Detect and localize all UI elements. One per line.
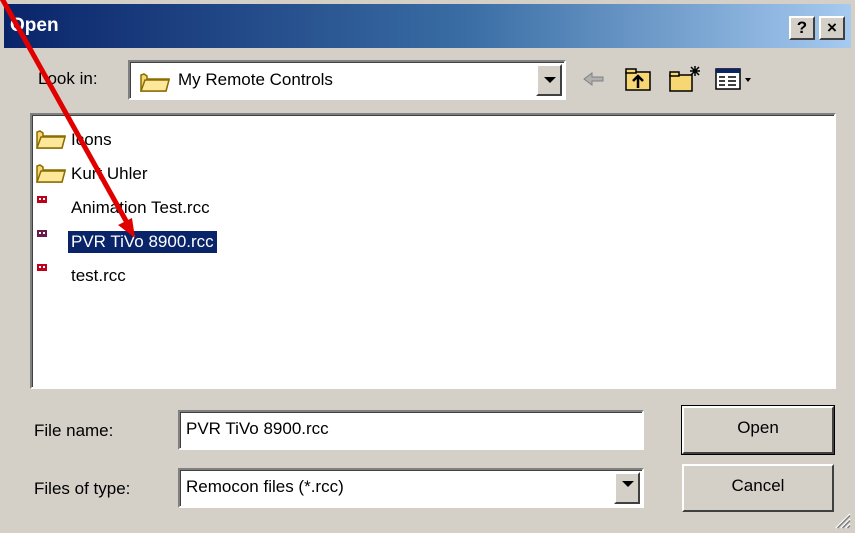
files-of-type-dropdown-button[interactable] (614, 472, 640, 504)
rcc-file-icon (36, 196, 66, 223)
folder-icon (35, 128, 66, 155)
rcc-file-icon (36, 264, 66, 291)
list-item-label: Animation Test.rcc (71, 198, 210, 217)
close-button[interactable]: × (819, 16, 845, 40)
rcc-file-icon (36, 230, 66, 257)
look-in-label: Look in: (38, 69, 98, 88)
files-of-type-dropdown[interactable]: Remocon files (*.rcc) (178, 468, 644, 508)
look-in-dropdown[interactable]: My Remote Controls (128, 60, 566, 100)
chevron-down-icon (622, 481, 634, 487)
files-of-type-value: Remocon files (*.rcc) (186, 477, 344, 496)
cancel-button-label: Cancel (731, 476, 785, 495)
help-button[interactable]: ? (789, 16, 815, 40)
list-item-label: Kurt Uhler (71, 164, 148, 183)
title-bar[interactable]: Open ? × (4, 4, 851, 48)
list-item-label: PVR TiVo 8900.rcc (67, 230, 218, 254)
folder-icon (139, 71, 170, 98)
file-list[interactable]: Icons Kurt Uhler Animation Test.rcc PVR … (30, 113, 836, 389)
open-button[interactable]: Open (681, 405, 835, 455)
files-of-type-label: Files of type: (34, 479, 131, 498)
window-title: Open (10, 15, 59, 36)
new-folder-icon[interactable] (668, 64, 700, 94)
file-name-input[interactable]: PVR TiVo 8900.rcc (178, 410, 644, 450)
cancel-button[interactable]: Cancel (682, 464, 834, 512)
chevron-down-icon (544, 77, 556, 83)
resize-grip-icon[interactable] (833, 511, 851, 529)
open-dialog: Open ? × Look in: My Remote Controls Ico… (0, 0, 855, 533)
file-name-value: PVR TiVo 8900.rcc (186, 419, 329, 438)
look-in-value: My Remote Controls (178, 70, 333, 89)
back-arrow-icon[interactable] (578, 64, 608, 94)
up-folder-icon[interactable] (623, 64, 653, 94)
file-name-label: File name: (34, 421, 114, 440)
look-in-dropdown-button[interactable] (536, 64, 562, 96)
list-item-label: test.rcc (71, 266, 126, 285)
open-button-label: Open (737, 418, 779, 437)
view-menu-icon[interactable] (714, 64, 758, 94)
folder-icon (35, 162, 66, 189)
list-item-label: Icons (71, 130, 112, 149)
